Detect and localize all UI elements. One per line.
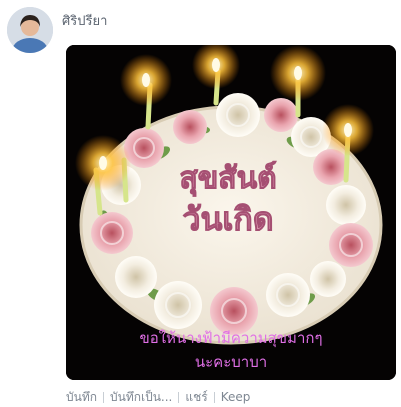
share-action[interactable]: แชร์: [185, 388, 207, 407]
divider: [213, 391, 215, 403]
birthday-cake-image: สุขสันต์ วันเกิด ขอให้นางฟ้ามีความสุขมาก…: [66, 45, 396, 380]
sender-avatar[interactable]: [7, 7, 53, 53]
image-actions: บันทึก บันทึกเป็น... แชร์ Keep: [66, 389, 250, 405]
divider: [103, 391, 104, 403]
caption-line1: ขอให้นางฟ้ามีความสุขมากๆ: [139, 329, 322, 348]
greeting-line2: วันเกิด: [183, 200, 274, 238]
greeting-line1: สุขสันต์: [179, 161, 276, 197]
keep-action[interactable]: Keep: [221, 390, 251, 404]
sender-name: ศิริปรียา: [62, 14, 108, 29]
save-action[interactable]: บันทึก: [66, 388, 97, 407]
caption-line2: นะคะบาบา: [195, 353, 267, 371]
divider: [178, 391, 180, 403]
avatar-photo: [7, 7, 53, 53]
save-as-action[interactable]: บันทึกเป็น...: [110, 388, 172, 407]
image-message[interactable]: สุขสันต์ วันเกิด ขอให้นางฟ้ามีความสุขมาก…: [66, 45, 396, 380]
